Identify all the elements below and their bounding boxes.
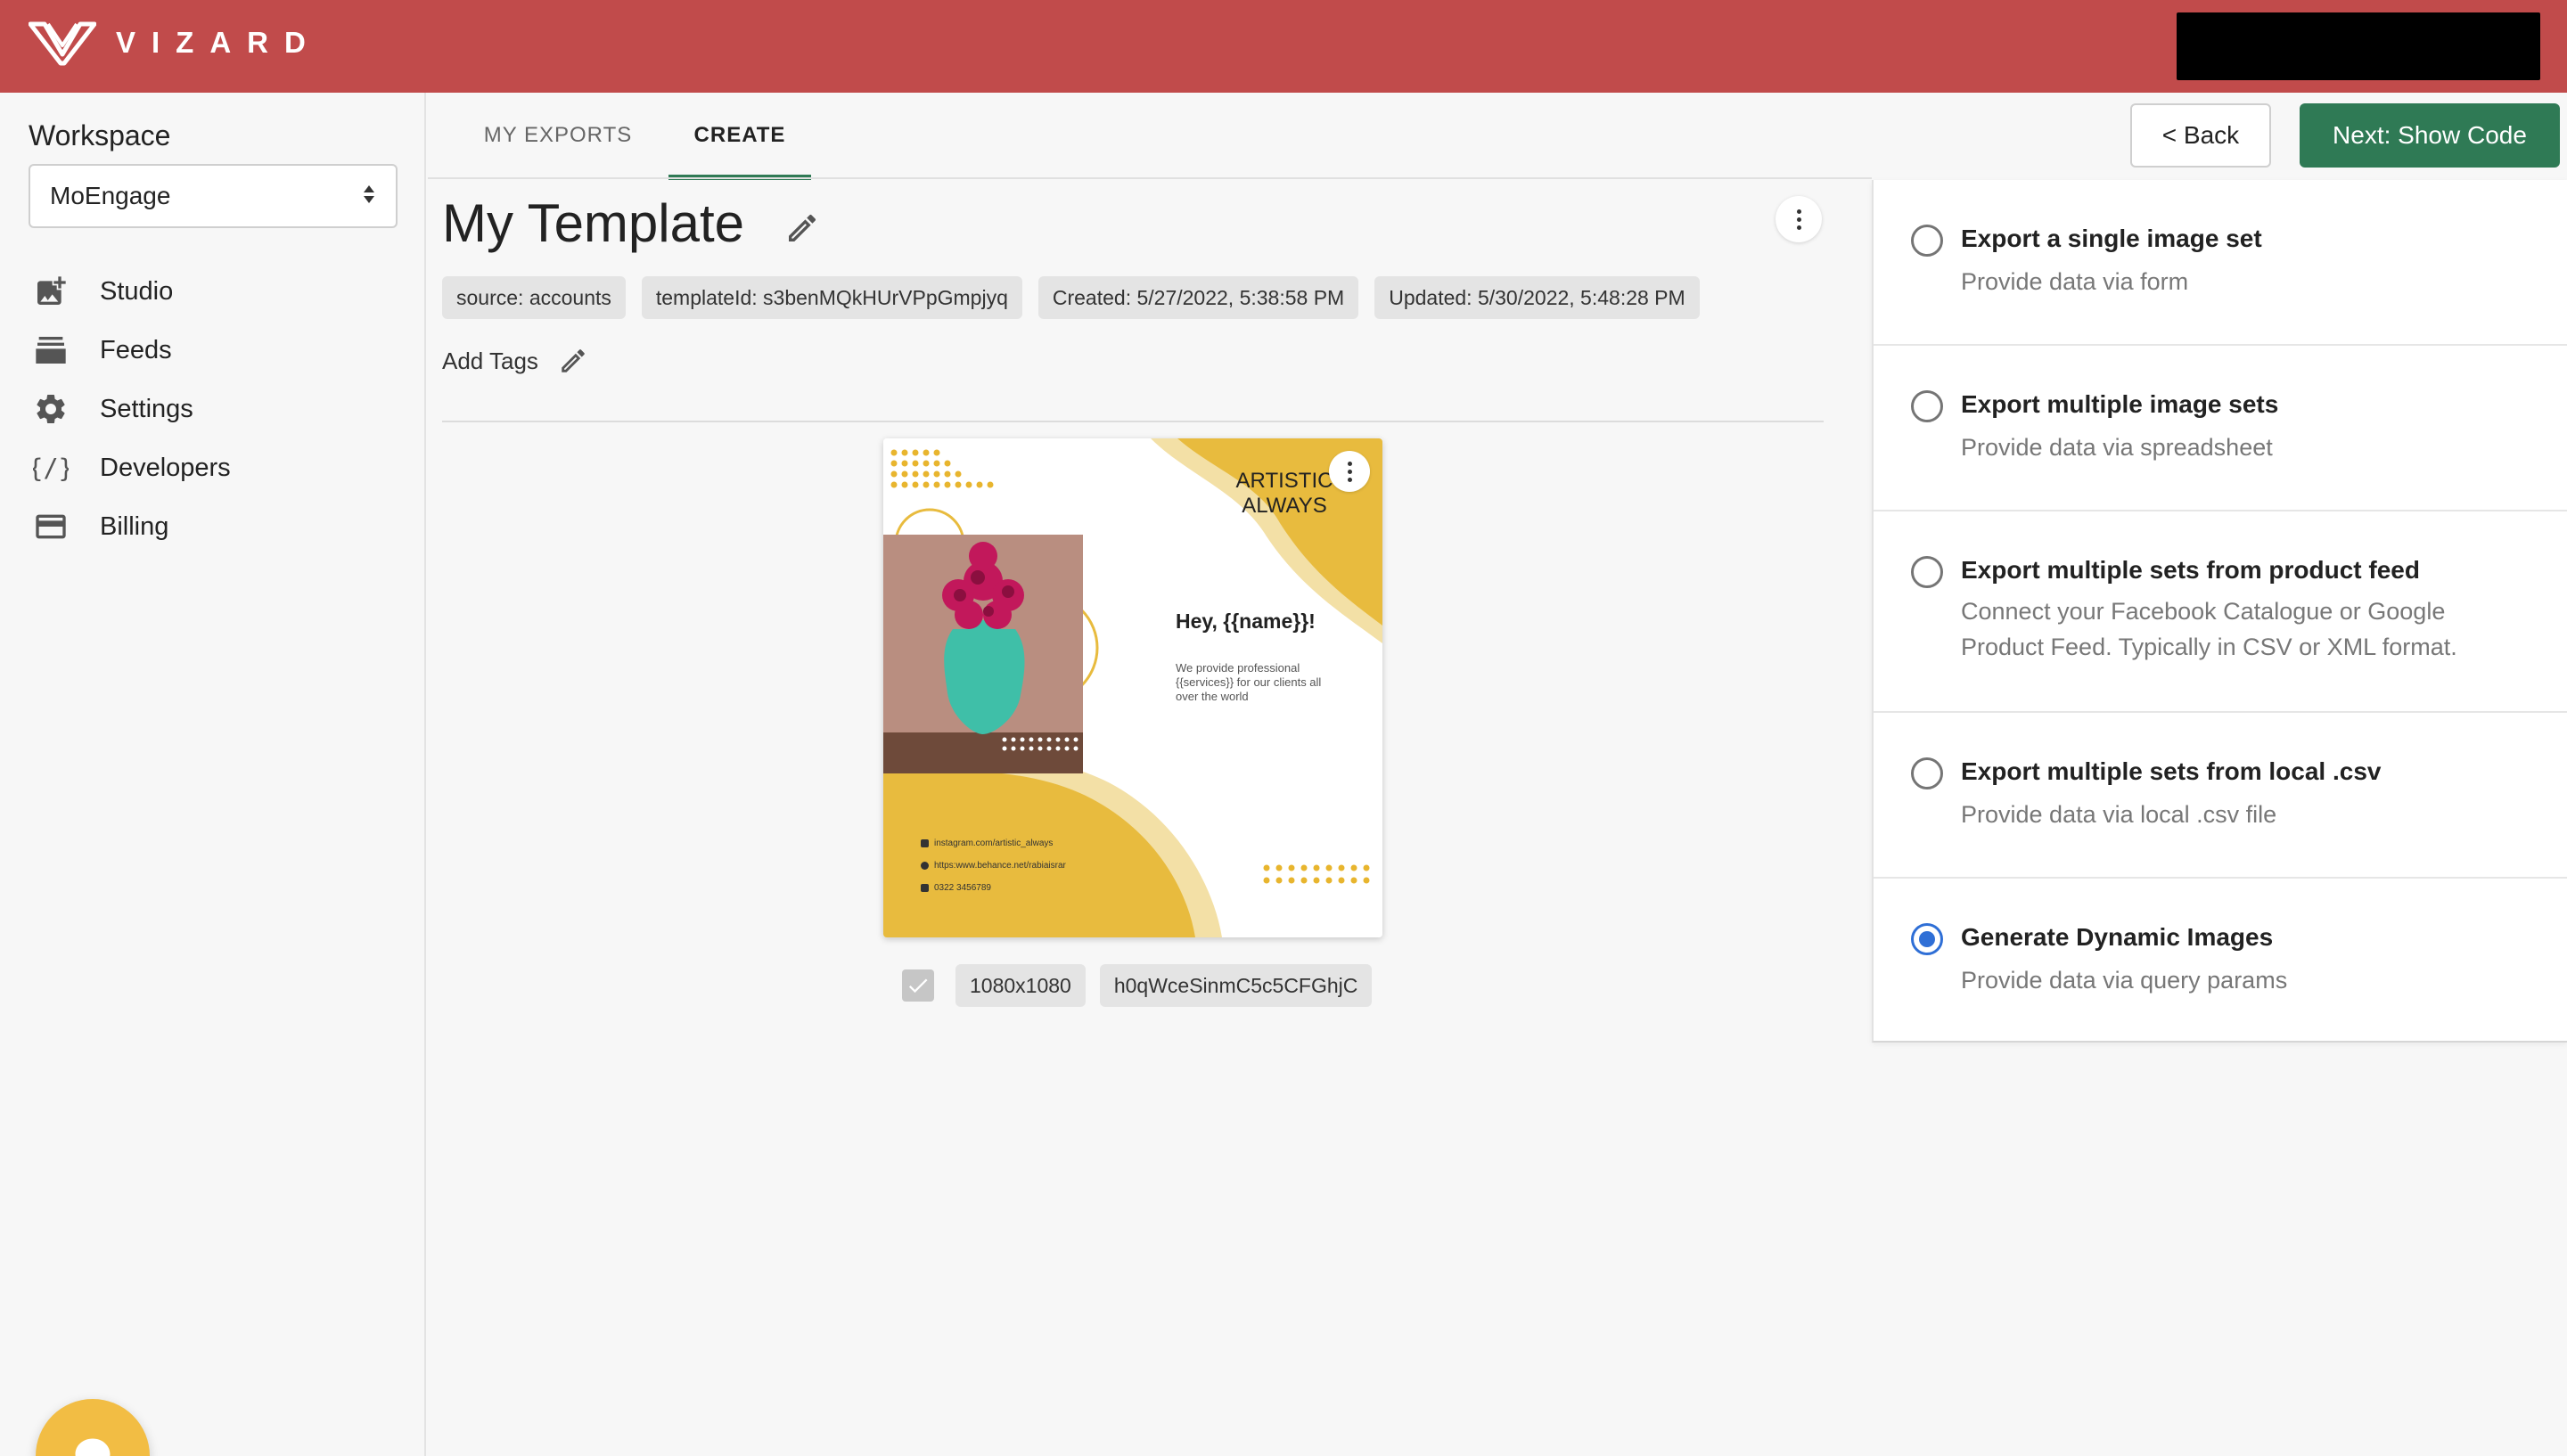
instagram-icon <box>921 839 929 847</box>
edit-title-button[interactable] <box>784 210 820 246</box>
code-icon: {/} <box>32 449 70 487</box>
template-more-button[interactable] <box>1776 196 1822 242</box>
studio-icon <box>32 273 70 310</box>
back-button[interactable]: < Back <box>2130 103 2271 168</box>
created-chip: Created: 5/27/2022, 5:38:58 PM <box>1037 276 1359 319</box>
workspace-select[interactable]: MoEngage <box>29 164 398 228</box>
option-title: Export multiple sets from local .csv <box>1961 757 2382 785</box>
sidebar-item-feeds[interactable]: Feeds <box>32 321 406 380</box>
sidebar-item-label: Settings <box>100 394 193 423</box>
export-option-product-feed[interactable]: Export multiple sets from product feed C… <box>1874 511 2567 713</box>
template-id-chip: templateId: s3benMQkHUrVPpGmpjyq <box>641 276 1022 319</box>
card-select-checkbox[interactable] <box>902 969 934 1002</box>
export-option-multiple[interactable]: Export multiple image sets Provide data … <box>1874 346 2567 511</box>
tab-bar: MY EXPORTS CREATE <box>428 93 1825 180</box>
add-tags-label: Add Tags <box>442 347 538 374</box>
workspace-selected-value: MoEngage <box>50 182 171 209</box>
radio-button[interactable] <box>1911 556 1943 588</box>
option-subtitle: Provide data via form <box>1961 268 2189 295</box>
option-title: Generate Dynamic Images <box>1961 923 2274 951</box>
sidebar-item-label: Studio <box>100 276 174 306</box>
add-tags-button[interactable]: Add Tags <box>442 346 588 376</box>
radio-button[interactable] <box>1911 390 1943 422</box>
card-brand-line2: ALWAYS <box>1242 494 1327 518</box>
phone-icon <box>921 884 929 892</box>
export-options-panel: Export a single image set Provide data v… <box>1872 180 2567 1043</box>
card-id-chip: h0qWceSinmC5c5CFGhjC <box>1099 964 1373 1007</box>
pencil-icon <box>562 349 585 372</box>
card-contact-row: 0322 3456789 <box>921 877 1066 899</box>
card-contact-text: https:www.behance.net/rabiaisrar <box>934 861 1066 871</box>
option-title: Export multiple sets from product feed <box>1961 556 2420 584</box>
card-contact-row: https:www.behance.net/rabiaisrar <box>921 855 1066 877</box>
next-show-code-button[interactable]: Next: Show Code <box>2300 103 2560 168</box>
radio-button[interactable] <box>1911 225 1943 257</box>
pencil-icon <box>789 214 816 241</box>
option-subtitle: Connect your Facebook Catalogue or Googl… <box>1961 598 2457 660</box>
card-contact-text: instagram.com/artistic_always <box>934 838 1054 848</box>
card-contacts: instagram.com/artistic_always https:www.… <box>921 832 1066 899</box>
card-meta: 1080x1080 h0qWceSinmC5c5CFGhjC <box>902 964 1373 1007</box>
top-bar: VIZARD <box>0 0 2567 93</box>
select-arrows-icon <box>364 185 374 203</box>
tab-divider <box>428 177 1872 179</box>
card-size-chip: 1080x1080 <box>955 964 1086 1007</box>
option-subtitle: Provide data via query params <box>1961 967 2288 994</box>
brand-name: VIZARD <box>116 26 322 59</box>
sidebar-item-billing[interactable]: Billing <box>32 497 406 556</box>
export-option-dynamic-images[interactable]: Generate Dynamic Images Provide data via… <box>1874 879 2567 1043</box>
updated-chip: Updated: 5/30/2022, 5:48:28 PM <box>1374 276 1700 319</box>
card-more-button[interactable] <box>1329 451 1370 492</box>
sidebar-item-settings[interactable]: Settings <box>32 380 406 438</box>
sidebar-nav: Studio Feeds Settings {/} Developers Bil… <box>32 262 406 556</box>
sidebar-item-label: Feeds <box>100 335 172 364</box>
card-contact-text: 0322 3456789 <box>934 883 991 893</box>
card-contact-row: instagram.com/artistic_always <box>921 832 1066 855</box>
card-description: We provide professional {{services}} for… <box>1176 661 1322 703</box>
tab-create[interactable]: CREATE <box>668 93 811 180</box>
export-option-single[interactable]: Export a single image set Provide data v… <box>1874 180 2567 346</box>
tab-my-exports[interactable]: MY EXPORTS <box>478 93 638 178</box>
page-title: My Template <box>442 193 745 253</box>
credit-card-icon <box>32 508 70 545</box>
more-vert-icon <box>1347 461 1352 482</box>
option-subtitle: Provide data via spreadsheet <box>1961 434 2273 461</box>
radio-button[interactable] <box>1911 757 1943 789</box>
chat-launcher-button[interactable] <box>36 1399 150 1456</box>
option-title: Export a single image set <box>1961 225 2262 252</box>
sidebar-item-developers[interactable]: {/} Developers <box>32 438 406 497</box>
svg-text:{/}: {/} <box>33 454 69 483</box>
feeds-icon <box>32 331 70 369</box>
sidebar-item-studio[interactable]: Studio <box>32 262 406 321</box>
export-option-local-csv[interactable]: Export multiple sets from local .csv Pro… <box>1874 713 2567 879</box>
vizard-logo[interactable]: VIZARD <box>29 16 322 70</box>
content-divider <box>442 421 1824 422</box>
vizard-logo-icon <box>29 21 96 66</box>
account-menu[interactable] <box>2177 12 2540 80</box>
template-meta-chips: source: accounts templateId: s3benMQkHUr… <box>442 276 1700 319</box>
sidebar-item-label: Developers <box>100 453 231 482</box>
source-chip: source: accounts <box>442 276 626 319</box>
card-greeting: Hey, {{name}}! <box>1176 609 1316 633</box>
option-subtitle: Provide data via local .csv file <box>1961 801 2277 828</box>
sidebar-item-label: Billing <box>100 511 169 541</box>
more-vert-icon <box>1796 209 1801 230</box>
check-icon <box>908 978 928 994</box>
sidebar: Workspace MoEngage Studio Feeds Settings… <box>0 93 426 1456</box>
radio-button[interactable] <box>1911 923 1943 955</box>
template-card[interactable]: ARTISTIC ALWAYS Hey, {{name}}! We provid… <box>883 438 1382 937</box>
globe-icon <box>921 862 929 870</box>
option-title: Export multiple image sets <box>1961 390 2279 418</box>
chat-icon <box>75 1438 111 1456</box>
workspace-title: Workspace <box>29 119 171 151</box>
gear-icon <box>32 390 70 428</box>
